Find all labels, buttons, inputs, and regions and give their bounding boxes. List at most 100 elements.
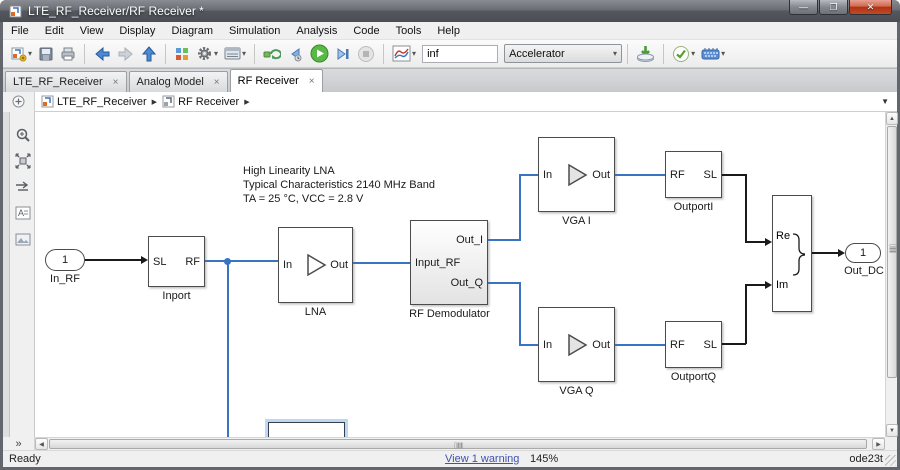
block-vga-i[interactable]: In Out [538,137,615,212]
wire[interactable] [615,344,665,346]
close-icon[interactable]: × [214,77,220,88]
block-label-rf-demodulator: RF Demodulator [409,308,490,320]
wire[interactable] [205,260,278,262]
menu-display[interactable]: Display [111,23,163,39]
scroll-up-arrow-icon[interactable]: ▲ [886,112,898,125]
horizontal-scroll-thumb[interactable] [49,439,867,449]
wire[interactable] [519,344,538,346]
sim-mode-select[interactable]: Accelerator ▾ [504,44,623,63]
wire[interactable] [745,241,767,243]
title-bar[interactable]: LTE_RF_Receiver/RF Receiver * — ❐ ✕ [0,0,900,22]
block-in-rf-port[interactable]: 1 [45,249,85,271]
settings-gear-icon [198,47,212,60]
model-settings-button[interactable]: ▾ [193,43,221,64]
block-vga-q[interactable]: In Out [538,307,615,382]
library-browser-button[interactable] [171,44,193,64]
block-partial-selected[interactable] [268,422,345,437]
block-lna[interactable]: In Out [278,227,353,303]
annotation-button[interactable]: A [14,204,32,222]
wire[interactable] [615,174,665,176]
menu-simulation[interactable]: Simulation [221,23,288,39]
signal-routing-button[interactable] [14,178,32,196]
menu-tools[interactable]: Tools [388,23,430,39]
forward-button[interactable] [114,44,138,64]
print-button[interactable] [57,44,79,64]
close-button[interactable]: ✕ [849,0,892,15]
view-warning-link[interactable]: View 1 warning [445,453,519,465]
save-button[interactable] [35,44,57,64]
breadcrumb-separator-icon[interactable]: ▶ [152,98,157,106]
block-outport-i[interactable]: RF SL [665,151,722,198]
breadcrumb-dropdown-icon[interactable]: ▼ [881,97,889,106]
chevron-down-icon: ▾ [214,49,219,58]
close-icon[interactable]: × [309,76,315,87]
maximize-button[interactable]: ❐ [819,0,848,15]
wire[interactable] [519,174,521,241]
tab-lte-rf-receiver[interactable]: LTE_RF_Receiver × [5,71,127,92]
block-inport[interactable]: SL RF [148,236,205,287]
breadcrumb-item-current[interactable]: RF Receiver [178,96,239,108]
simulation-display-button[interactable]: ▾ [389,43,419,64]
run-button[interactable] [307,42,332,65]
annotation-text[interactable]: High Linearity LNA Typical Characteristi… [243,164,435,206]
scroll-down-arrow-icon[interactable]: ▼ [886,424,898,437]
fit-to-view-button[interactable] [14,152,32,170]
sim-stop-time-input[interactable] [422,44,499,63]
horizontal-scrollbar[interactable]: ◀ ▶ [35,437,885,450]
up-to-parent-button[interactable] [138,44,160,64]
wire[interactable] [722,343,746,345]
wire[interactable] [85,259,143,261]
breadcrumb-separator-icon[interactable]: ▶ [244,98,249,106]
block-out-dc-port[interactable]: 1 [845,243,881,263]
menu-code[interactable]: Code [345,23,387,39]
menu-edit[interactable]: Edit [37,23,72,39]
explorer-splitter[interactable] [3,112,10,437]
stop-button[interactable] [354,43,378,65]
arrowhead-icon [765,238,772,246]
wire[interactable] [745,174,747,242]
minimize-button[interactable]: — [789,0,818,15]
scroll-right-arrow-icon[interactable]: ▶ [872,438,885,450]
wire[interactable] [353,262,410,264]
vertical-scroll-thumb[interactable] [887,126,897,378]
screenshot-button[interactable] [14,230,32,248]
step-back-button[interactable] [284,44,307,64]
breadcrumb-item-root[interactable]: LTE_RF_Receiver [57,96,147,108]
menu-file[interactable]: File [3,23,37,39]
new-model-button[interactable]: ▾ [7,44,35,64]
back-button[interactable] [90,44,114,64]
menu-diagram[interactable]: Diagram [163,23,221,39]
show-explorer-button[interactable] [3,91,35,112]
wire[interactable] [745,284,767,286]
wire[interactable] [722,174,746,176]
wire[interactable] [226,261,229,437]
block-outport-q[interactable]: RF SL [665,321,722,368]
resize-grip[interactable] [885,455,896,466]
menu-analysis[interactable]: Analysis [288,23,345,39]
menu-help[interactable]: Help [429,23,468,39]
wire[interactable] [488,282,521,284]
zoom-button[interactable] [14,126,32,144]
wire[interactable] [488,239,521,241]
block-rf-demodulator[interactable]: Input_RF Out_I Out_Q [410,220,488,305]
wire[interactable] [519,282,521,346]
deploy-button[interactable] [633,43,658,65]
step-forward-button[interactable] [332,44,354,64]
block-real-imag-to-complex[interactable]: Re Im [772,195,812,312]
toolbar-separator [84,43,86,64]
tab-bar: LTE_RF_Receiver × Analog Model × RF Rece… [3,68,897,92]
diagram-canvas[interactable]: High Linearity LNA Typical Characteristi… [35,112,885,437]
menu-view[interactable]: View [72,23,112,39]
model-explorer-button[interactable]: ▾ [221,44,249,63]
scroll-left-arrow-icon[interactable]: ◀ [35,438,48,450]
connect-target-button[interactable] [260,44,284,64]
tab-analog-model[interactable]: Analog Model × [128,71,228,92]
expand-palette-button[interactable]: » [3,437,35,450]
update-diagram-button[interactable]: ▾ [669,43,698,65]
tab-rf-receiver[interactable]: RF Receiver × [229,69,323,92]
wire[interactable] [519,174,538,176]
close-icon[interactable]: × [113,77,119,88]
hardware-board-button[interactable]: ▾ [698,44,728,63]
wire[interactable] [745,284,747,344]
vertical-scrollbar[interactable]: ▲ ▼ [885,112,898,437]
